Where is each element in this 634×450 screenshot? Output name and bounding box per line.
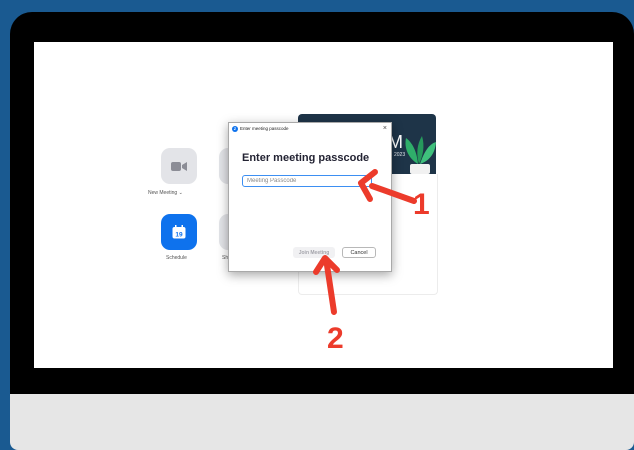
- schedule-label: Schedule: [166, 255, 187, 261]
- chevron-down-icon[interactable]: ⌄: [179, 190, 183, 196]
- video-camera-icon: [171, 161, 187, 171]
- new-meeting-button[interactable]: [161, 148, 197, 184]
- join-meeting-button[interactable]: Join Meeting: [293, 247, 335, 258]
- dialog-heading: Enter meeting passcode: [242, 152, 370, 164]
- dialog-window-title: Enter meeting passcode: [240, 126, 289, 131]
- zoom-logo-icon: Z: [232, 125, 238, 132]
- calendar-day: 19: [175, 232, 183, 239]
- passcode-input[interactable]: [242, 175, 372, 187]
- zoom-home-screen: New Meeting ⌄ 19 Schedule Sh M 2023 Z En…: [34, 42, 613, 368]
- calendar-icon: 19: [172, 225, 186, 239]
- new-meeting-label: New Meeting ⌄: [148, 190, 183, 196]
- close-icon[interactable]: ×: [383, 124, 387, 133]
- annotation-number-2: 2: [327, 322, 344, 355]
- passcode-dialog: Z Enter meeting passcode × Enter meeting…: [228, 122, 392, 272]
- annotation-number-1: 1: [413, 188, 430, 221]
- cancel-button[interactable]: Cancel: [342, 247, 376, 258]
- dialog-titlebar: Z Enter meeting passcode ×: [229, 123, 391, 134]
- monitor-chin: [10, 394, 634, 450]
- schedule-button[interactable]: 19: [161, 214, 197, 250]
- plant-icon: [405, 136, 436, 174]
